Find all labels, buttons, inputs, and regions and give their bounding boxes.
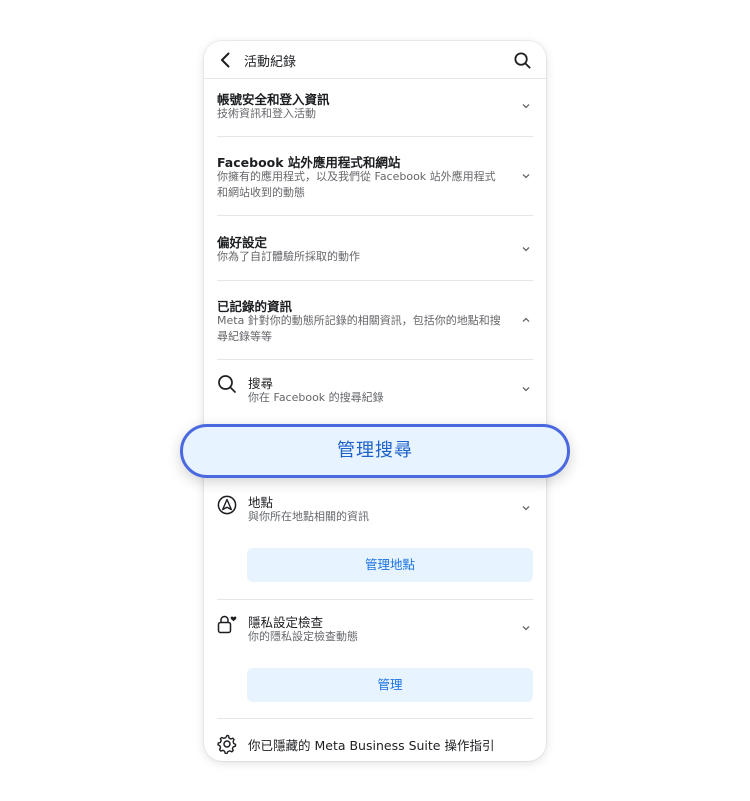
section-logged-info[interactable]: 已記錄的資訊 Meta 針對你的動態所記錄的相關資訊，包括你的地點和搜尋紀錄等等 <box>217 296 533 346</box>
subitem-search[interactable]: 搜尋 你在 Facebook 的搜尋紀錄 <box>217 373 533 407</box>
divider <box>217 280 533 281</box>
chevron-down-icon <box>522 174 530 179</box>
chevron-down-icon <box>522 247 530 252</box>
section-desc: Meta 針對你的動態所記錄的相關資訊，包括你的地點和搜尋紀錄等等 <box>217 314 501 343</box>
chevron-down-icon <box>522 506 530 511</box>
manage-privacy-button[interactable]: 管理 <box>247 668 533 702</box>
subitem-title: 你已隱藏的 Meta Business Suite 操作指引 <box>248 738 495 753</box>
section-desc: 你為了自訂體驗所採取的動作 <box>217 250 360 263</box>
page-title: 活動紀錄 <box>244 55 297 70</box>
chevron-down-icon <box>522 104 530 109</box>
divider <box>217 136 533 137</box>
subitem-location[interactable]: 地點 與你所在地點相關的資訊 <box>217 492 533 526</box>
divider <box>217 599 533 600</box>
back-arrow-icon[interactable] <box>216 50 236 70</box>
subitem-privacy-checkup[interactable]: 隱私設定檢查 你的隱私設定檢查動態 <box>217 612 533 646</box>
chevron-down-icon <box>522 626 530 631</box>
chevron-up-icon <box>522 317 530 322</box>
subitem-desc: 你在 Facebook 的搜尋紀錄 <box>248 391 384 404</box>
section-preferences[interactable]: 偏好設定 你為了自訂體驗所採取的動作 <box>217 232 533 268</box>
subitem-hidden-guides[interactable]: 你已隱藏的 Meta Business Suite 操作指引 <box>217 735 533 755</box>
manage-search-button[interactable]: 管理搜尋 <box>180 424 570 478</box>
section-desc: 你擁有的應用程式，以及我們從 Facebook 站外應用程式和網站收到的動態 <box>217 170 496 199</box>
section-offsite-apps[interactable]: Facebook 站外應用程式和網站 你擁有的應用程式，以及我們從 Facebo… <box>217 152 533 202</box>
phone-screen: 活動紀錄 帳號安全和登入資訊 技術資訊和登入活動 Facebook 站外應用程式… <box>204 41 546 761</box>
section-desc: 技術資訊和登入活動 <box>217 107 316 120</box>
section-account-security[interactable]: 帳號安全和登入資訊 技術資訊和登入活動 <box>217 89 533 125</box>
manage-location-button[interactable]: 管理地點 <box>247 548 533 582</box>
divider <box>217 718 533 719</box>
subitem-desc: 與你所在地點相關的資訊 <box>248 510 369 523</box>
divider <box>217 215 533 216</box>
search-icon[interactable] <box>513 51 532 70</box>
divider <box>217 359 533 360</box>
subitem-desc: 你的隱私設定檢查動態 <box>248 630 358 643</box>
top-bar: 活動紀錄 <box>204 41 546 79</box>
chevron-down-icon <box>522 387 530 392</box>
